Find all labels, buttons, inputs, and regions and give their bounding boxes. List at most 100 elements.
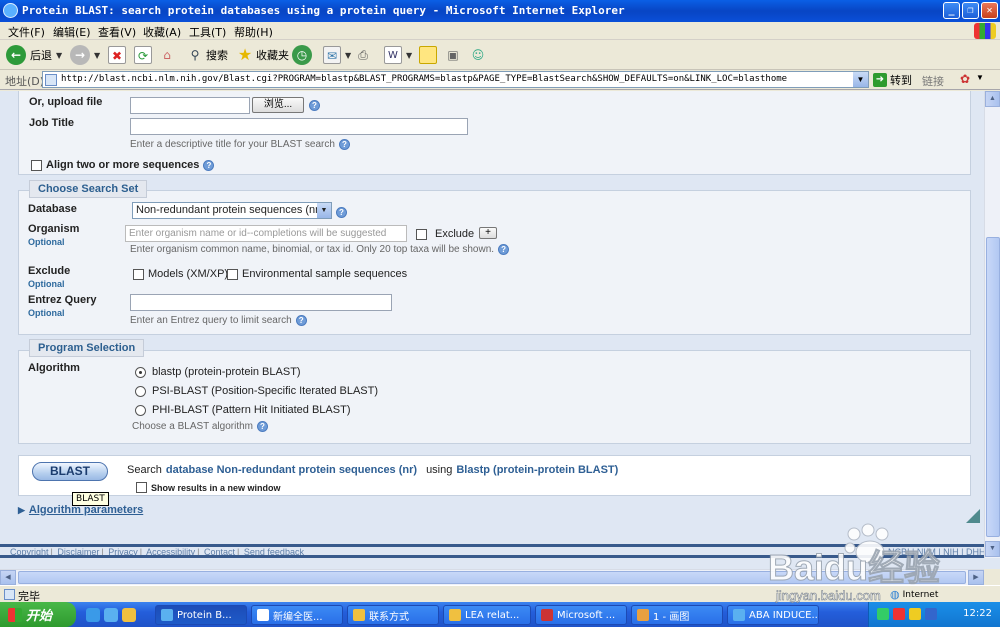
horizontal-scrollbar[interactable]: ◀ ▶	[0, 569, 984, 585]
help-icon[interactable]: ?	[257, 421, 268, 432]
blastp-radio[interactable]	[135, 366, 146, 378]
tray-icon[interactable]	[925, 608, 937, 620]
help-icon[interactable]: ?	[295, 315, 307, 326]
addon-icon[interactable]: ✿	[960, 72, 970, 86]
address-dropdown-icon[interactable]: ▼	[853, 72, 868, 87]
help-icon[interactable]: ?	[309, 99, 320, 111]
window-titlebar: Protein BLAST: search protein databases …	[0, 0, 1000, 22]
chevron-down-icon[interactable]: ▼	[976, 73, 984, 82]
database-select[interactable]: Non-redundant protein sequences (nr) ▼	[132, 202, 332, 219]
scroll-down-icon[interactable]: ▼	[985, 541, 1000, 557]
new-window-checkbox[interactable]	[136, 482, 147, 493]
home-button[interactable]: ⌂	[158, 45, 176, 65]
go-button[interactable]: ➜ 转到	[873, 72, 912, 88]
mail-button[interactable]: ✉ ▼	[323, 45, 351, 65]
research-button[interactable]: ▣	[444, 45, 462, 65]
help-icon[interactable]: ?	[336, 206, 347, 218]
stop-button[interactable]: ✖	[108, 45, 126, 65]
algorithm-option-blastp[interactable]: blastp (protein-protein BLAST)	[135, 366, 301, 378]
scroll-up-icon[interactable]: ▲	[985, 91, 1000, 107]
page-icon	[45, 74, 57, 86]
menu-help[interactable]: 帮助(H)	[234, 24, 273, 40]
align-option[interactable]: Align two or more sequences?	[31, 159, 215, 171]
task-protein-blast[interactable]: Protein B...	[155, 605, 247, 625]
start-button[interactable]: 开始	[0, 602, 76, 627]
task-lea[interactable]: LEA relat...	[443, 605, 531, 625]
upload-file-input[interactable]	[130, 97, 250, 114]
tray-icon[interactable]	[877, 608, 889, 620]
menu-file[interactable]: 文件(F)	[8, 24, 45, 40]
forward-button[interactable]: → ▼	[70, 45, 100, 65]
menu-tools[interactable]: 工具(T)	[189, 24, 226, 40]
back-button[interactable]: ← 后退 ▼	[6, 45, 62, 65]
favorites-button[interactable]: ★ 收藏夹	[236, 45, 289, 65]
tray-icon[interactable]	[909, 608, 921, 620]
blast-submit-button[interactable]: BLAST	[32, 462, 108, 481]
refresh-button[interactable]: ⟳	[134, 45, 152, 65]
search-button[interactable]: ⚲ 搜索	[186, 45, 228, 65]
links-label[interactable]: 链接	[922, 73, 944, 89]
algorithm-option-phiblast[interactable]: PHI-BLAST (Pattern Hit Initiated BLAST)	[135, 404, 350, 416]
history-icon: ◷	[292, 45, 312, 65]
models-option[interactable]: Models (XM/XP)	[133, 268, 228, 280]
word-icon: W	[384, 46, 402, 64]
exclude-organism-checkbox[interactable]	[416, 228, 427, 240]
algorithm-option-psiblast[interactable]: PSI-BLAST (Position-Specific Iterated BL…	[135, 385, 378, 397]
folder-icon	[449, 609, 461, 621]
notes-button[interactable]	[419, 45, 437, 65]
phiblast-radio[interactable]	[135, 404, 146, 416]
messenger-button[interactable]: ☺	[469, 45, 487, 65]
menu-edit[interactable]: 编辑(E)	[53, 24, 91, 40]
address-input[interactable]: http://blast.ncbi.nlm.nih.gov/Blast.cgi?…	[42, 71, 869, 88]
entrez-input[interactable]	[130, 294, 392, 311]
exclude-optional: Optional	[28, 279, 65, 289]
edit-button[interactable]: W ▼	[384, 45, 412, 65]
task-contact[interactable]: 联系方式	[347, 605, 439, 625]
explorer-quicklaunch-icon[interactable]	[122, 608, 136, 622]
help-icon[interactable]: ?	[203, 159, 215, 171]
horizontal-scroll-thumb[interactable]	[18, 571, 966, 584]
database-label: Database	[28, 203, 77, 215]
maximize-button[interactable]: ❐	[962, 2, 979, 19]
task-document[interactable]: 新编全医...	[251, 605, 343, 625]
menu-favorites[interactable]: 收藏(A)	[143, 24, 181, 40]
book-icon: ▣	[447, 48, 459, 62]
submit-summary: Search database Non-redundant protein se…	[127, 464, 619, 476]
address-bar: 地址(D) http://blast.ncbi.nlm.nih.gov/Blas…	[0, 70, 1000, 90]
new-window-option[interactable]: Show results in a new window	[136, 482, 281, 493]
ie-quicklaunch-icon[interactable]	[86, 608, 100, 622]
scroll-right-icon[interactable]: ▶	[968, 570, 984, 585]
help-icon[interactable]: ?	[498, 244, 510, 255]
close-button[interactable]: ✕	[981, 2, 998, 19]
menu-view[interactable]: 查看(V)	[98, 24, 136, 40]
vertical-scrollbar[interactable]: ▲ ▼	[984, 91, 1000, 558]
go-arrow-icon: ➜	[873, 73, 887, 87]
minimize-button[interactable]: _	[943, 2, 960, 19]
exclude-organism-option[interactable]: Exclude	[416, 228, 474, 240]
mail-icon: ✉	[323, 46, 341, 64]
algorithm-parameters-toggle[interactable]: ▶ Algorithm parameters	[18, 504, 143, 516]
task-paint[interactable]: 1 - 画图	[631, 605, 723, 625]
chevron-down-icon: ▼	[406, 50, 413, 60]
app-icon	[541, 609, 553, 621]
scroll-left-icon[interactable]: ◀	[0, 570, 16, 585]
status-bar: 完毕 ◍ Internet	[0, 585, 1000, 603]
messenger-icon: ☺	[471, 48, 485, 62]
env-samples-option[interactable]: Environmental sample sequences	[227, 268, 407, 280]
add-organism-button[interactable]: +	[479, 227, 497, 239]
print-button[interactable]: ⎙	[354, 45, 372, 65]
tray-icon[interactable]	[893, 608, 905, 620]
desktop-quicklaunch-icon[interactable]	[104, 608, 118, 622]
job-title-input[interactable]	[130, 118, 468, 135]
history-button[interactable]: ◷	[292, 45, 312, 65]
task-microsoft[interactable]: Microsoft ...	[535, 605, 627, 625]
align-checkbox[interactable]	[31, 159, 42, 171]
env-samples-checkbox[interactable]	[227, 268, 238, 280]
vertical-scroll-thumb[interactable]	[986, 237, 1000, 537]
psiblast-radio[interactable]	[135, 385, 146, 397]
help-icon[interactable]: ?	[338, 139, 350, 150]
models-checkbox[interactable]	[133, 268, 144, 280]
task-aba[interactable]: ABA INDUCE...	[727, 605, 819, 625]
organism-input[interactable]: Enter organism name or id--completions w…	[125, 225, 407, 242]
browse-button[interactable]: 浏览...	[252, 97, 304, 113]
